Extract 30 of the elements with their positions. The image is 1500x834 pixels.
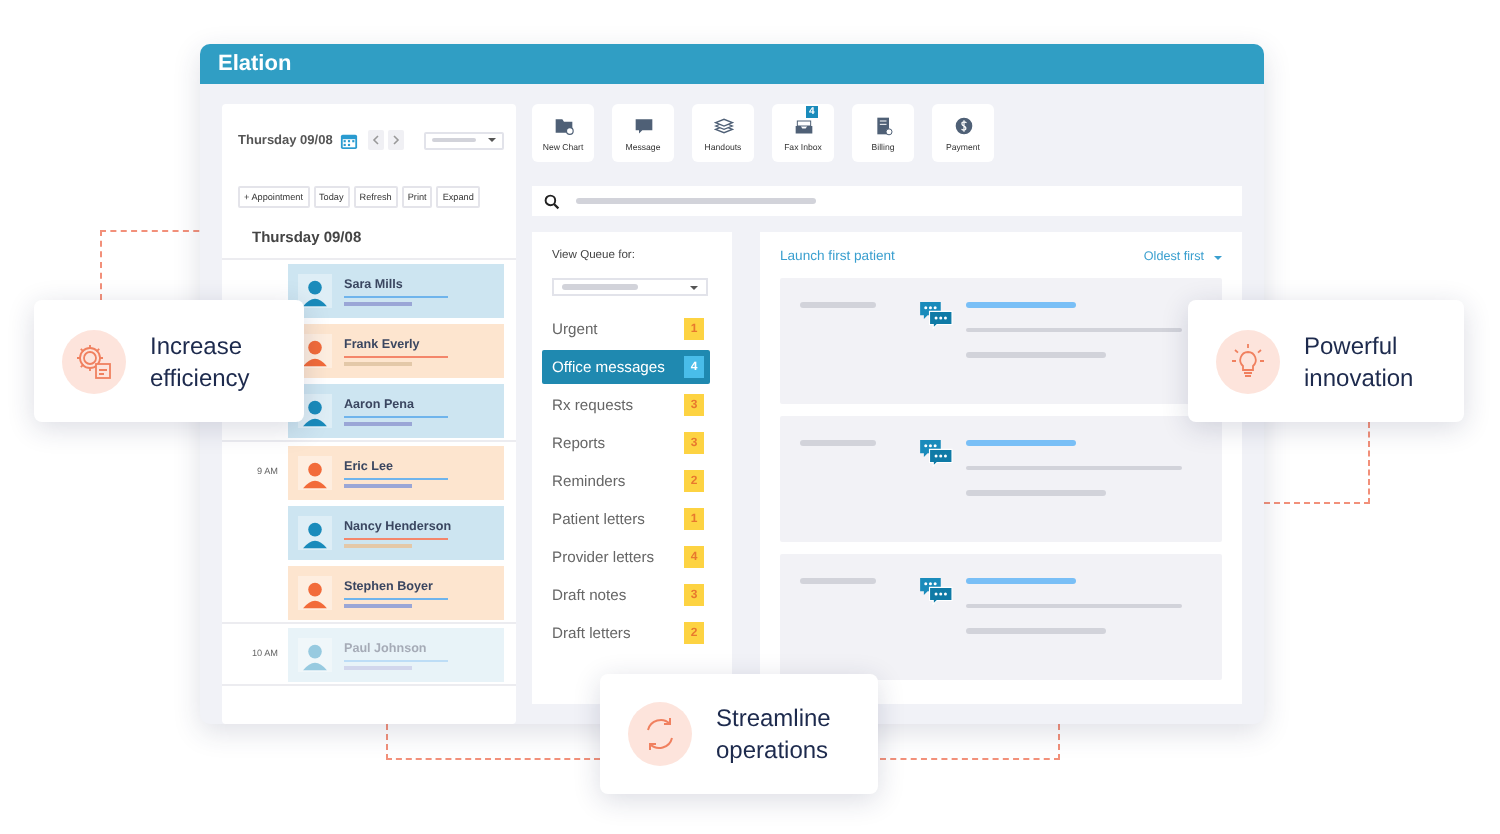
gear-icon bbox=[74, 341, 114, 381]
dollar-coin-icon bbox=[953, 115, 973, 135]
avatar-icon bbox=[298, 576, 332, 610]
avatar-icon bbox=[298, 456, 332, 490]
chat-bubbles-icon bbox=[920, 302, 954, 332]
inbox-tray-icon bbox=[793, 115, 813, 135]
next-button[interactable] bbox=[388, 130, 405, 150]
book-stack-icon bbox=[713, 115, 733, 135]
feature-title: Streamline operations bbox=[716, 702, 833, 766]
feature-title: Increase efficiency bbox=[150, 329, 252, 393]
chat-bubbles-icon bbox=[920, 440, 954, 470]
logo: Elation bbox=[218, 52, 292, 76]
speech-bubble-icon bbox=[633, 115, 653, 135]
message-card[interactable] bbox=[780, 278, 1222, 404]
caret-icon bbox=[1214, 255, 1222, 259]
lightbulb-icon bbox=[1228, 341, 1268, 381]
chat-bubbles-icon bbox=[920, 578, 954, 608]
avatar-icon bbox=[298, 638, 332, 672]
previous-button[interactable] bbox=[368, 130, 385, 150]
dropdown[interactable] bbox=[552, 278, 708, 296]
search-icon bbox=[544, 193, 560, 209]
feature-title: Powerful innovation bbox=[1304, 329, 1416, 393]
document-icon bbox=[873, 115, 893, 135]
folder-icon bbox=[553, 115, 573, 135]
avatar-icon bbox=[298, 516, 332, 550]
message-card[interactable] bbox=[780, 416, 1222, 542]
dropdown[interactable] bbox=[424, 131, 505, 149]
calendar-icon[interactable] bbox=[340, 131, 359, 149]
message-card[interactable] bbox=[780, 554, 1222, 680]
search-field[interactable] bbox=[532, 186, 1242, 216]
